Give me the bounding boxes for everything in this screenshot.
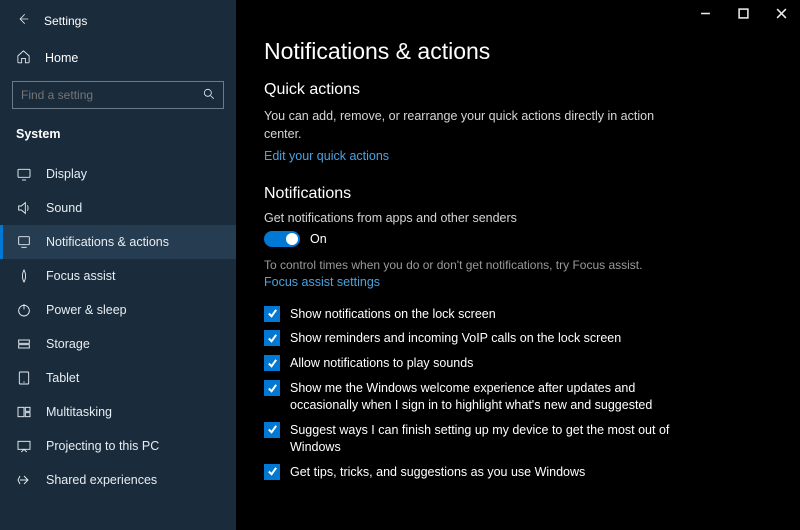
notifications-sub: Get notifications from apps and other se… (264, 211, 772, 225)
check-tips-tricks[interactable]: Get tips, tricks, and suggestions as you… (264, 464, 694, 481)
nav-shared-experiences[interactable]: Shared experiences (0, 463, 236, 497)
check-label: Show me the Windows welcome experience a… (290, 380, 694, 414)
nav-sound[interactable]: Sound (0, 191, 236, 225)
close-button[interactable] (762, 0, 800, 26)
nav-label: Multitasking (46, 405, 112, 419)
power-icon (16, 302, 32, 318)
sidebar: Settings Home System Display Sound Notif… (0, 0, 236, 530)
maximize-button[interactable] (724, 0, 762, 26)
check-play-sounds[interactable]: Allow notifications to play sounds (264, 355, 694, 372)
check-label: Suggest ways I can finish setting up my … (290, 422, 694, 456)
home-button[interactable]: Home (0, 41, 236, 75)
nav-tablet[interactable]: Tablet (0, 361, 236, 395)
checkbox-icon (264, 422, 280, 438)
search-input[interactable] (12, 81, 224, 109)
nav-notifications[interactable]: Notifications & actions (0, 225, 236, 259)
checkbox-icon (264, 330, 280, 346)
nav-projecting[interactable]: Projecting to this PC (0, 429, 236, 463)
nav-label: Shared experiences (46, 473, 157, 487)
notifications-heading: Notifications (264, 185, 772, 203)
nav-label: Projecting to this PC (46, 439, 159, 453)
check-reminders-voip[interactable]: Show reminders and incoming VoIP calls o… (264, 330, 694, 347)
checkbox-icon (264, 380, 280, 396)
titlebar (686, 0, 800, 26)
minimize-button[interactable] (686, 0, 724, 26)
nav-label: Power & sleep (46, 303, 127, 317)
home-icon (16, 49, 31, 67)
projecting-icon (16, 438, 32, 454)
notifications-icon (16, 234, 32, 250)
check-suggest-setup[interactable]: Suggest ways I can finish setting up my … (264, 422, 694, 456)
notifications-toggle[interactable] (264, 231, 300, 247)
page-title: Notifications & actions (264, 38, 772, 65)
check-label: Allow notifications to play sounds (290, 355, 473, 372)
nav-storage[interactable]: Storage (0, 327, 236, 361)
sound-icon (16, 200, 32, 216)
quick-actions-heading: Quick actions (264, 81, 772, 99)
shared-icon (16, 472, 32, 488)
nav-power-sleep[interactable]: Power & sleep (0, 293, 236, 327)
home-label: Home (45, 51, 78, 65)
nav-label: Focus assist (46, 269, 115, 283)
category-label: System (0, 119, 236, 151)
multitasking-icon (16, 404, 32, 420)
tablet-icon (16, 370, 32, 386)
nav-display[interactable]: Display (0, 157, 236, 191)
check-welcome-experience[interactable]: Show me the Windows welcome experience a… (264, 380, 694, 414)
nav-label: Sound (46, 201, 82, 215)
checkbox-icon (264, 355, 280, 371)
focus-assist-note: To control times when you do or don't ge… (264, 257, 684, 291)
nav-multitasking[interactable]: Multitasking (0, 395, 236, 429)
check-lock-screen[interactable]: Show notifications on the lock screen (264, 306, 694, 323)
search-icon (202, 87, 216, 104)
storage-icon (16, 336, 32, 352)
nav-list: Display Sound Notifications & actions Fo… (0, 151, 236, 497)
edit-quick-actions-link[interactable]: Edit your quick actions (264, 149, 389, 163)
nav-label: Storage (46, 337, 90, 351)
check-label: Show reminders and incoming VoIP calls o… (290, 330, 621, 347)
quick-actions-description: You can add, remove, or rearrange your q… (264, 107, 664, 143)
focus-icon (16, 268, 32, 284)
nav-label: Display (46, 167, 87, 181)
checkbox-icon (264, 464, 280, 480)
notification-checkboxes: Show notifications on the lock screen Sh… (264, 306, 694, 481)
display-icon (16, 166, 32, 182)
main-content: Notifications & actions Quick actions Yo… (236, 0, 800, 530)
nav-focus-assist[interactable]: Focus assist (0, 259, 236, 293)
note-text: To control times when you do or don't ge… (264, 258, 642, 272)
check-label: Get tips, tricks, and suggestions as you… (290, 464, 585, 481)
toggle-state-label: On (310, 232, 327, 246)
nav-label: Notifications & actions (46, 235, 169, 249)
focus-assist-settings-link[interactable]: Focus assist settings (264, 274, 380, 292)
nav-label: Tablet (46, 371, 79, 385)
window-title: Settings (44, 14, 87, 28)
check-label: Show notifications on the lock screen (290, 306, 496, 323)
back-icon[interactable] (16, 12, 30, 29)
checkbox-icon (264, 306, 280, 322)
